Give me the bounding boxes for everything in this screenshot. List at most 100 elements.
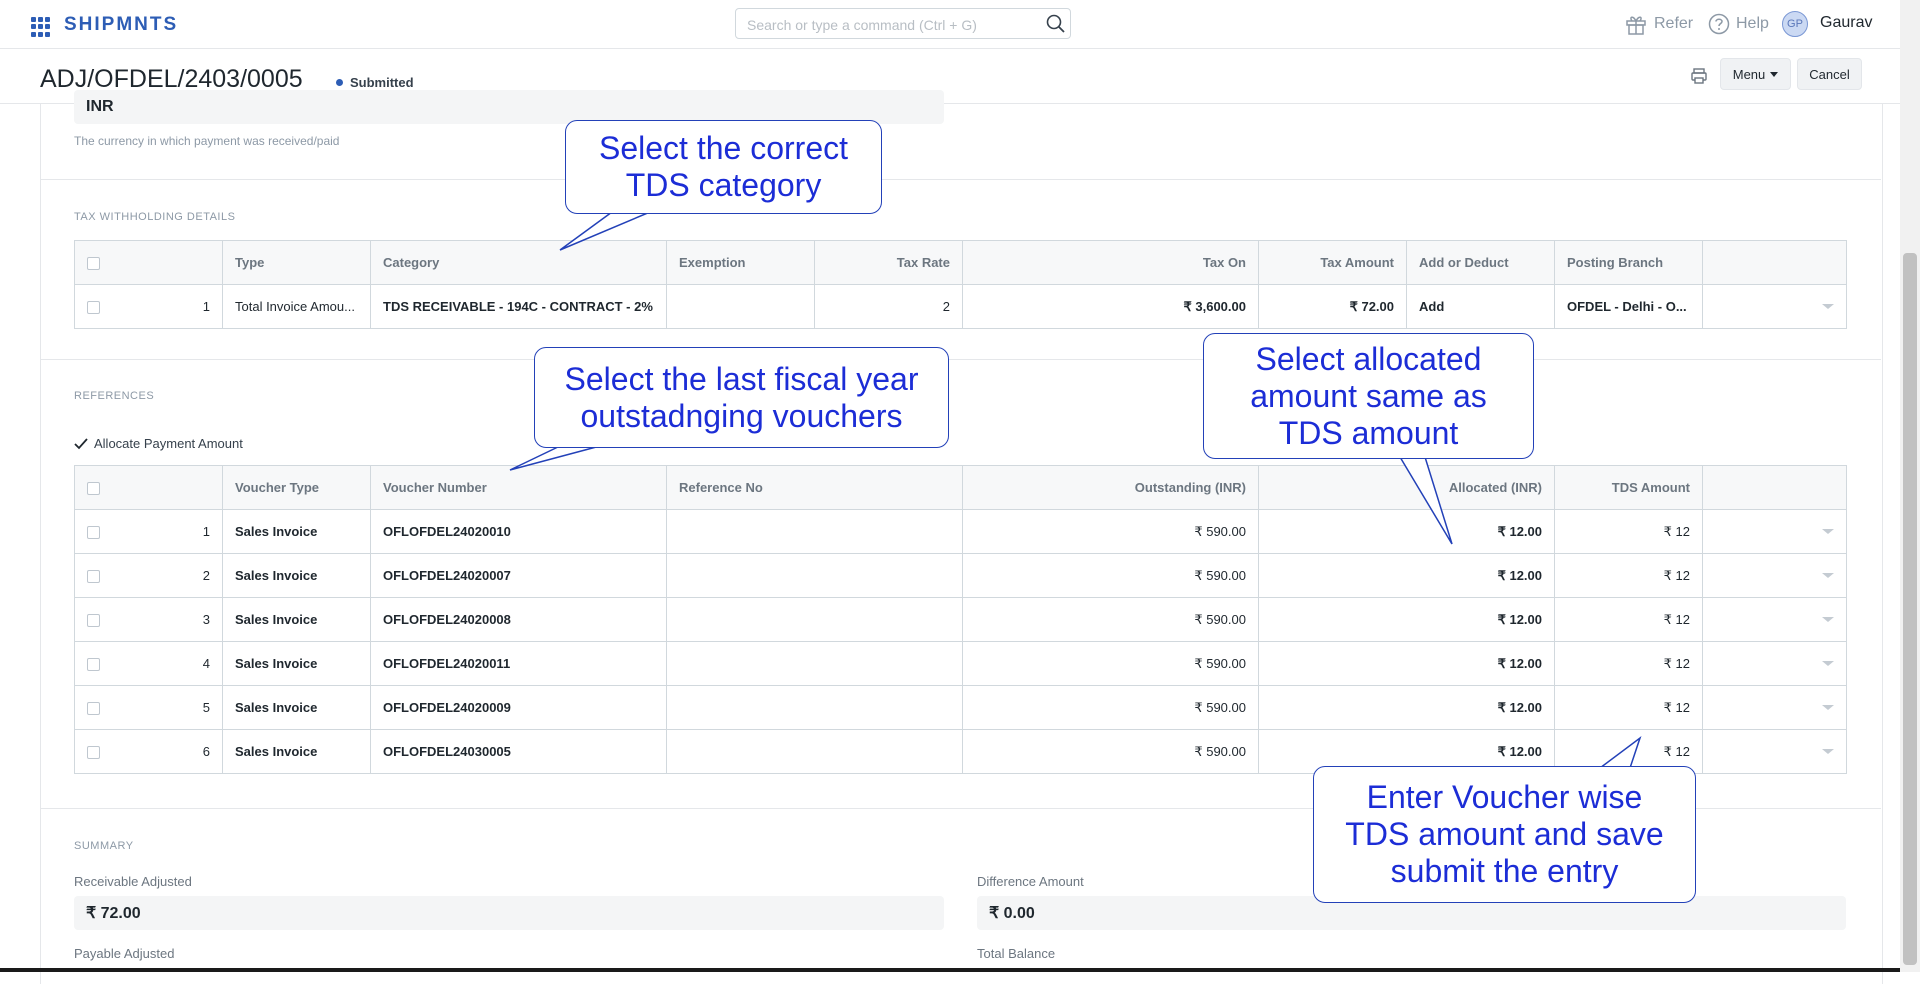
row-actions[interactable] bbox=[1702, 553, 1847, 598]
cell-reference-no[interactable] bbox=[666, 641, 963, 686]
scrollbar-thumb[interactable] bbox=[1903, 253, 1917, 965]
chevron-down-icon[interactable] bbox=[1822, 617, 1834, 622]
allocate-payment-checkbox[interactable]: Allocate Payment Amount bbox=[74, 436, 243, 451]
menu-button[interactable]: Menu bbox=[1720, 58, 1791, 90]
cell-tax-amount[interactable]: ₹ 72.00 bbox=[1258, 284, 1407, 329]
row-checkbox[interactable]: 1 bbox=[74, 509, 223, 554]
cell-outstanding[interactable]: ₹ 590.00 bbox=[962, 685, 1259, 730]
chevron-down-icon[interactable] bbox=[1822, 529, 1834, 534]
cell-allocated[interactable]: ₹ 12.00 bbox=[1258, 597, 1555, 642]
cell-reference-no[interactable] bbox=[666, 729, 963, 774]
currency-field[interactable]: INR bbox=[74, 90, 944, 124]
cell-voucher-number[interactable]: OFLOFDEL24020009 bbox=[370, 685, 667, 730]
row-checkbox[interactable]: 2 bbox=[74, 553, 223, 598]
cell-outstanding[interactable]: ₹ 590.00 bbox=[962, 509, 1259, 554]
row-checkbox[interactable]: 4 bbox=[74, 641, 223, 686]
cancel-button[interactable]: Cancel bbox=[1797, 58, 1862, 90]
table-row[interactable]: 2 Sales Invoice OFLOFDEL24020007 ₹ 590.00 ₹ … bbox=[74, 553, 1847, 598]
cell-voucher-type[interactable]: Sales Invoice bbox=[222, 509, 371, 554]
cell-voucher-type[interactable]: Sales Invoice bbox=[222, 553, 371, 598]
cell-outstanding[interactable]: ₹ 590.00 bbox=[962, 729, 1259, 774]
refer-link[interactable]: Refer bbox=[1624, 0, 1693, 48]
row-checkbox[interactable]: 3 bbox=[74, 597, 223, 642]
row-checkbox[interactable]: 5 bbox=[74, 685, 223, 730]
row-actions[interactable] bbox=[1702, 284, 1847, 329]
cell-tax-rate[interactable]: 2 bbox=[814, 284, 963, 329]
cell-reference-no[interactable] bbox=[666, 509, 963, 554]
brand-logo[interactable]: SHIPMNTS bbox=[64, 14, 178, 36]
callout-line: Select allocated bbox=[1255, 340, 1482, 377]
checkmark-icon bbox=[74, 437, 88, 449]
cell-allocated[interactable]: ₹ 12.00 bbox=[1258, 641, 1555, 686]
apps-grid-icon[interactable] bbox=[31, 17, 51, 37]
search-bar[interactable] bbox=[735, 8, 1071, 40]
search-icon[interactable] bbox=[1045, 13, 1067, 35]
column-header-actions bbox=[1702, 240, 1847, 285]
cell-reference-no[interactable] bbox=[666, 553, 963, 598]
row-actions[interactable] bbox=[1702, 597, 1847, 642]
user-avatar[interactable]: GP bbox=[1782, 11, 1808, 37]
cell-category[interactable]: TDS RECEIVABLE - 194C - CONTRACT - 2% bbox=[370, 284, 667, 329]
chevron-down-icon[interactable] bbox=[1822, 573, 1834, 578]
cell-allocated[interactable]: ₹ 12.00 bbox=[1258, 685, 1555, 730]
cell-voucher-type[interactable]: Sales Invoice bbox=[222, 685, 371, 730]
row-index: 1 bbox=[202, 298, 210, 314]
table-row[interactable]: 3 Sales Invoice OFLOFDEL24020008 ₹ 590.00 ₹ … bbox=[74, 597, 1847, 642]
chevron-down-icon[interactable] bbox=[1822, 705, 1834, 710]
receivable-adjusted-field[interactable]: ₹ 72.00 bbox=[74, 896, 944, 930]
row-checkbox[interactable]: 6 bbox=[74, 729, 223, 774]
column-header: TDS Amount bbox=[1554, 465, 1703, 510]
cell-add-deduct[interactable]: Add bbox=[1406, 284, 1555, 329]
help-link[interactable]: Help bbox=[1708, 0, 1769, 48]
cell-outstanding[interactable]: ₹ 590.00 bbox=[962, 597, 1259, 642]
cell-voucher-number[interactable]: OFLOFDEL24020011 bbox=[370, 641, 667, 686]
select-all-checkbox[interactable] bbox=[74, 240, 223, 285]
cell-voucher-type[interactable]: Sales Invoice bbox=[222, 597, 371, 642]
callout-line: outstadnging vouchers bbox=[580, 397, 903, 434]
table-row[interactable]: 1 Sales Invoice OFLOFDEL24020010 ₹ 590.00 ₹ … bbox=[74, 509, 1847, 554]
cell-voucher-number[interactable]: OFLOFDEL24030005 bbox=[370, 729, 667, 774]
cell-reference-no[interactable] bbox=[666, 597, 963, 642]
cell-tds-amount[interactable]: ₹ 12 bbox=[1554, 597, 1703, 642]
chevron-down-icon[interactable] bbox=[1822, 749, 1834, 754]
callout-line: TDS category bbox=[625, 167, 822, 203]
cell-allocated[interactable]: ₹ 12.00 bbox=[1258, 553, 1555, 598]
printer-icon[interactable] bbox=[1690, 67, 1708, 85]
row-actions[interactable] bbox=[1702, 641, 1847, 686]
cell-outstanding[interactable]: ₹ 590.00 bbox=[962, 641, 1259, 686]
cell-allocated[interactable]: ₹ 12.00 bbox=[1258, 509, 1555, 554]
table-row[interactable]: 5 Sales Invoice OFLOFDEL24020009 ₹ 590.00 ₹ … bbox=[74, 685, 1847, 730]
cell-voucher-type[interactable]: Sales Invoice bbox=[222, 729, 371, 774]
search-input[interactable] bbox=[736, 9, 1039, 40]
cell-tds-amount[interactable]: ₹ 12 bbox=[1554, 685, 1703, 730]
cell-outstanding[interactable]: ₹ 590.00 bbox=[962, 553, 1259, 598]
cell-tds-amount[interactable]: ₹ 12 bbox=[1554, 641, 1703, 686]
cell-voucher-number[interactable]: OFLOFDEL24020007 bbox=[370, 553, 667, 598]
row-actions[interactable] bbox=[1702, 509, 1847, 554]
table-row[interactable]: 1 Total Invoice Amou... TDS RECEIVABLE -… bbox=[74, 284, 1847, 329]
cell-exemption[interactable] bbox=[666, 284, 815, 329]
username[interactable]: Gaurav bbox=[1820, 14, 1872, 32]
row-checkbox[interactable]: 1 bbox=[74, 284, 223, 329]
row-actions[interactable] bbox=[1702, 729, 1847, 774]
cell-tds-amount[interactable]: ₹ 12 bbox=[1554, 509, 1703, 554]
cell-reference-no[interactable] bbox=[666, 685, 963, 730]
cell-voucher-number[interactable]: OFLOFDEL24020010 bbox=[370, 509, 667, 554]
chevron-down-icon[interactable] bbox=[1822, 304, 1834, 309]
help-label: Help bbox=[1736, 15, 1769, 32]
section-divider bbox=[40, 179, 1881, 180]
cell-posting-branch[interactable]: OFDEL - Delhi - O... bbox=[1554, 284, 1703, 329]
cell-voucher-type[interactable]: Sales Invoice bbox=[222, 641, 371, 686]
chevron-down-icon[interactable] bbox=[1822, 661, 1834, 666]
column-header: Voucher Number bbox=[370, 465, 667, 510]
cell-type[interactable]: Total Invoice Amou... bbox=[222, 284, 371, 329]
cell-tax-on[interactable]: ₹ 3,600.00 bbox=[962, 284, 1259, 329]
row-actions[interactable] bbox=[1702, 685, 1847, 730]
select-all-checkbox[interactable] bbox=[74, 465, 223, 510]
summary-section-label: SUMMARY bbox=[74, 840, 134, 852]
cell-tds-amount[interactable]: ₹ 12 bbox=[1554, 553, 1703, 598]
table-row[interactable]: 4 Sales Invoice OFLOFDEL24020011 ₹ 590.00 ₹ … bbox=[74, 641, 1847, 686]
status-badge: Submitted bbox=[336, 75, 414, 90]
column-header-actions bbox=[1702, 465, 1847, 510]
cell-voucher-number[interactable]: OFLOFDEL24020008 bbox=[370, 597, 667, 642]
